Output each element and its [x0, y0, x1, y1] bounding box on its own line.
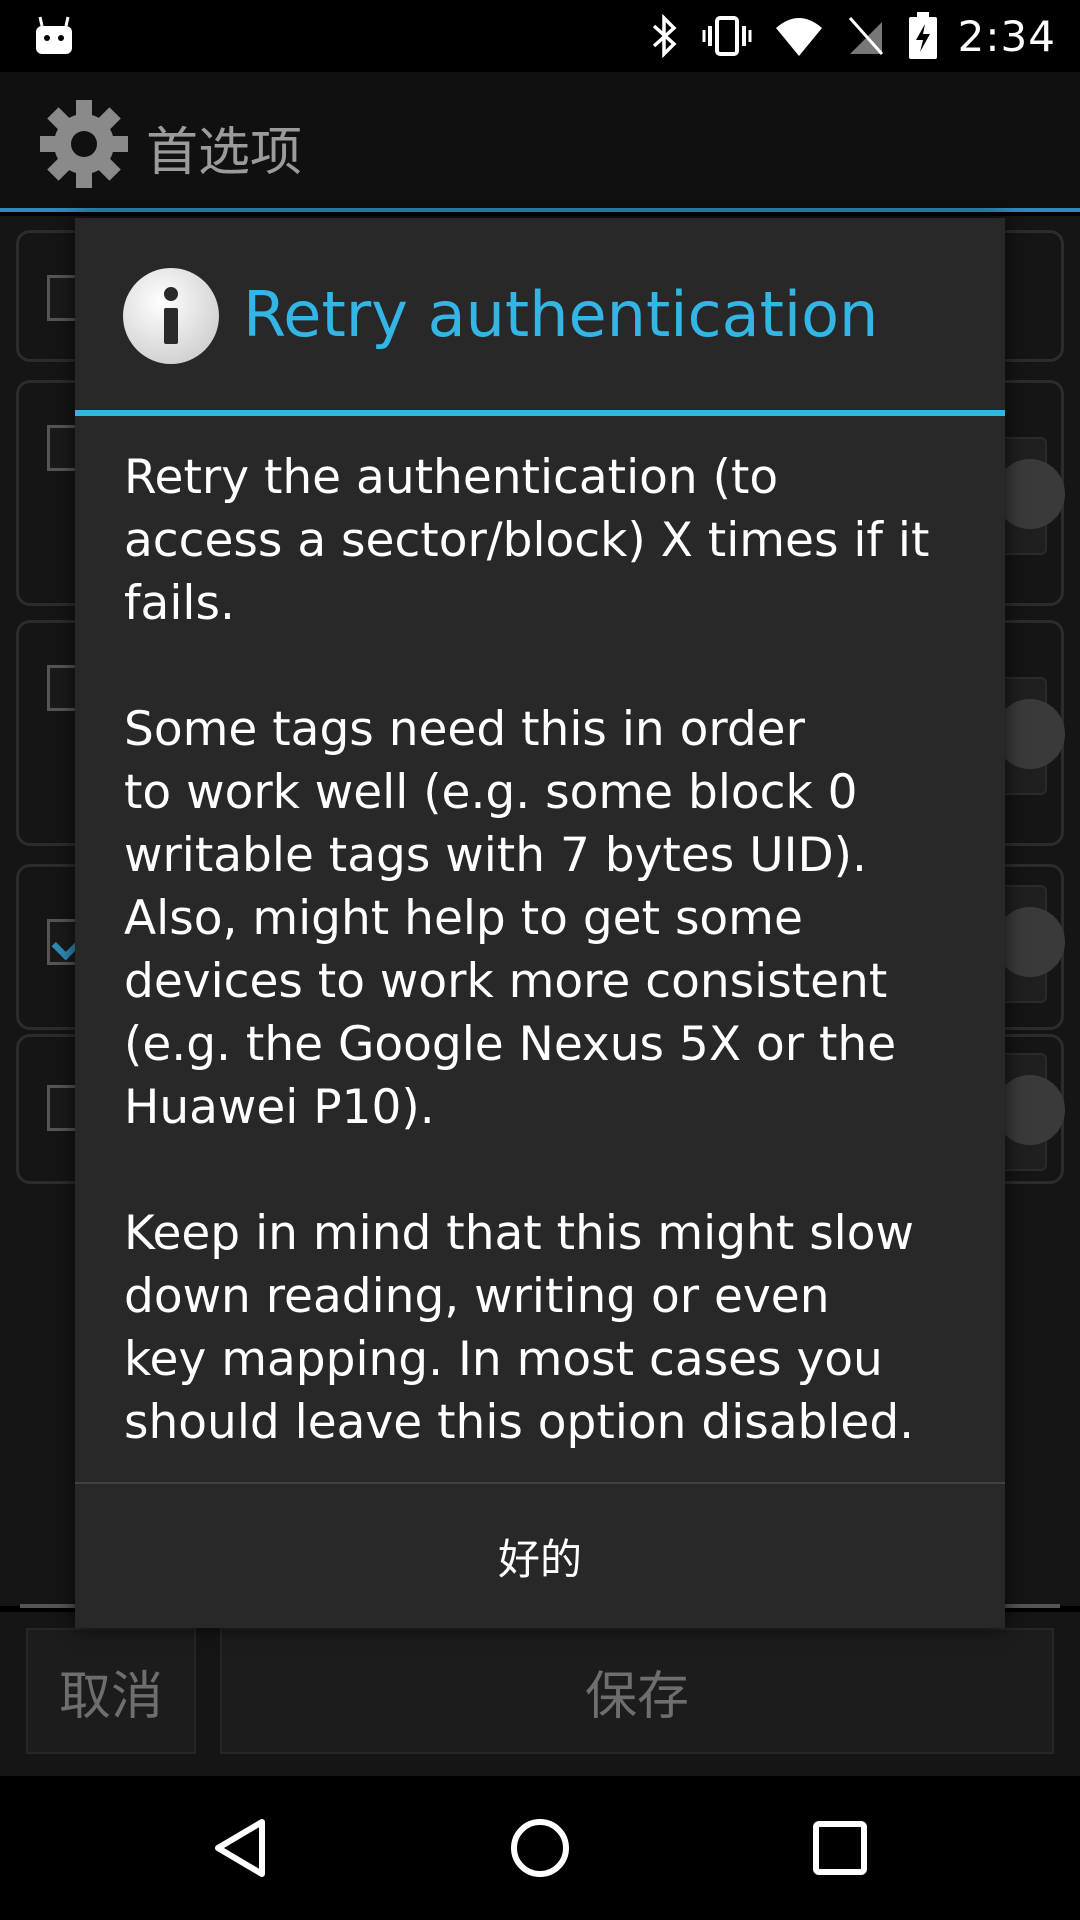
ok-button[interactable]: 好的: [75, 1484, 1005, 1628]
home-icon[interactable]: [480, 1776, 600, 1920]
android-notification-icon: [34, 14, 74, 56]
status-bar: 2:34: [0, 0, 1080, 72]
battery-charging-icon: [908, 0, 938, 72]
alert-dialog: Retry authentication Retry the authentic…: [75, 218, 1005, 1628]
action-bar: 首选项: [0, 72, 1080, 212]
status-time: 2:34: [957, 11, 1056, 61]
bluetooth-icon: [650, 0, 680, 72]
dialog-message: Retry the authentication (to access a se…: [124, 450, 930, 1450]
bottom-button-bar: 取消 保存: [0, 1612, 1080, 1776]
cancel-button[interactable]: 取消: [26, 1628, 196, 1754]
save-button[interactable]: 保存: [220, 1628, 1054, 1754]
status-icons: 2:34: [628, 0, 1056, 72]
dialog-header: Retry authentication: [75, 218, 1005, 416]
gear-icon: [36, 96, 132, 192]
wifi-icon: [774, 0, 824, 72]
vibrate-icon: [702, 0, 752, 72]
dialog-title-divider: [75, 410, 1005, 416]
info-icon: [121, 266, 221, 366]
back-icon[interactable]: [180, 1776, 300, 1920]
navigation-bar: [0, 1776, 1080, 1920]
recents-icon[interactable]: [780, 1776, 900, 1920]
page-title: 首选项: [146, 123, 303, 183]
no-sim-icon: [846, 0, 886, 72]
dialog-title: Retry authentication: [243, 278, 879, 351]
